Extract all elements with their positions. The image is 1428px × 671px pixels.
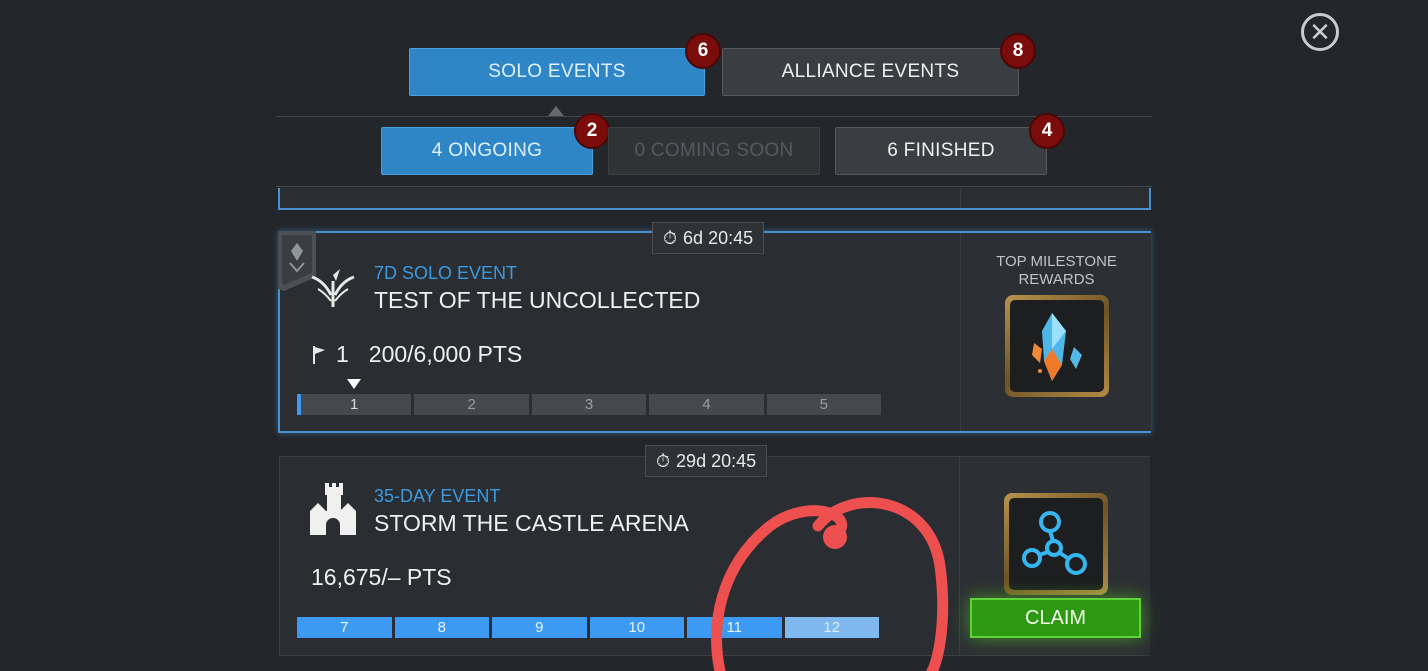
- divider: [276, 186, 1152, 187]
- solo-event-icon: [311, 269, 355, 307]
- milestone-bar: 1 2 3 4 5: [297, 394, 882, 415]
- notification-badge: 4: [1029, 113, 1065, 149]
- notification-badge: 6: [685, 33, 721, 69]
- milestone-segment: 2: [414, 394, 529, 415]
- event-card[interactable]: TOP MILESTONE REWARDS ⏱ 6d 20:45 7D SOLO…: [278, 222, 1151, 433]
- event-type: 7D SOLO EVENT: [374, 263, 518, 283]
- tab-alliance-events[interactable]: ALLIANCE EVENTS: [722, 48, 1019, 96]
- points: 16,675/– PTS: [311, 564, 452, 590]
- reward-panel: CLAIM: [959, 457, 1150, 655]
- current-rank: 1: [336, 341, 349, 367]
- notification-badge: 8: [1000, 33, 1036, 69]
- reward-item[interactable]: [1004, 493, 1108, 595]
- milestone-segment: 7: [297, 617, 392, 638]
- reward-item[interactable]: [1005, 295, 1109, 397]
- tab-solo-events[interactable]: SOLO EVENTS: [409, 48, 705, 96]
- annotation-circle: [711, 497, 949, 671]
- stopwatch-icon: ⏱: [656, 450, 671, 471]
- tab-label: SOLO EVENTS: [488, 61, 626, 82]
- milestone-segment: 3: [531, 394, 647, 415]
- crystal-icon: [1032, 313, 1082, 381]
- event-timer: ⏱ 29d 20:45: [645, 445, 768, 477]
- tab-coming-soon[interactable]: 0 COMING SOON: [608, 127, 820, 175]
- castle-icon: [310, 483, 356, 535]
- event-title: TEST OF THE UNCOLLECTED: [374, 287, 701, 313]
- notification-badge: 2: [574, 113, 610, 149]
- catalyst-icon: [1022, 511, 1087, 575]
- tab-label: 4 ONGOING: [431, 140, 543, 161]
- tab-pointer: [548, 106, 564, 116]
- milestone-segment: 9: [492, 617, 587, 638]
- event-timer: ⏱ 6d 20:45: [652, 222, 765, 254]
- claim-button[interactable]: CLAIM: [970, 598, 1141, 638]
- tab-label: ALLIANCE EVENTS: [781, 61, 960, 82]
- milestone-marker: [347, 379, 361, 389]
- divider: [276, 116, 1152, 117]
- milestone-segment: 10: [589, 617, 684, 638]
- stopwatch-icon: ⏱: [663, 227, 678, 248]
- milestone-segment: 5: [766, 394, 882, 415]
- progress-summary: 1 200/6,000 PTS: [312, 341, 522, 368]
- flag-icon: [313, 345, 325, 364]
- close-button[interactable]: ✕: [1301, 13, 1339, 51]
- tab-finished[interactable]: 6 FINISHED: [835, 127, 1047, 175]
- milestone-segment: 1: [297, 394, 412, 415]
- milestone-segment: 8: [394, 617, 489, 638]
- event-card-partial[interactable]: [278, 188, 1151, 210]
- close-icon: ✕: [1309, 17, 1331, 47]
- milestone-segment: 4: [649, 394, 764, 415]
- tab-ongoing[interactable]: 4 ONGOING: [381, 127, 593, 175]
- milestone-rewards-label: TOP MILESTONE REWARDS: [996, 253, 1117, 288]
- tab-label: 0 COMING SOON: [634, 140, 794, 161]
- event-type: 35-DAY EVENT: [374, 486, 501, 506]
- event-title: STORM THE CASTLE ARENA: [374, 510, 689, 536]
- points: 200/6,000 PTS: [368, 341, 523, 367]
- tab-label: 6 FINISHED: [887, 140, 995, 161]
- reward-panel: TOP MILESTONE REWARDS: [960, 233, 1151, 431]
